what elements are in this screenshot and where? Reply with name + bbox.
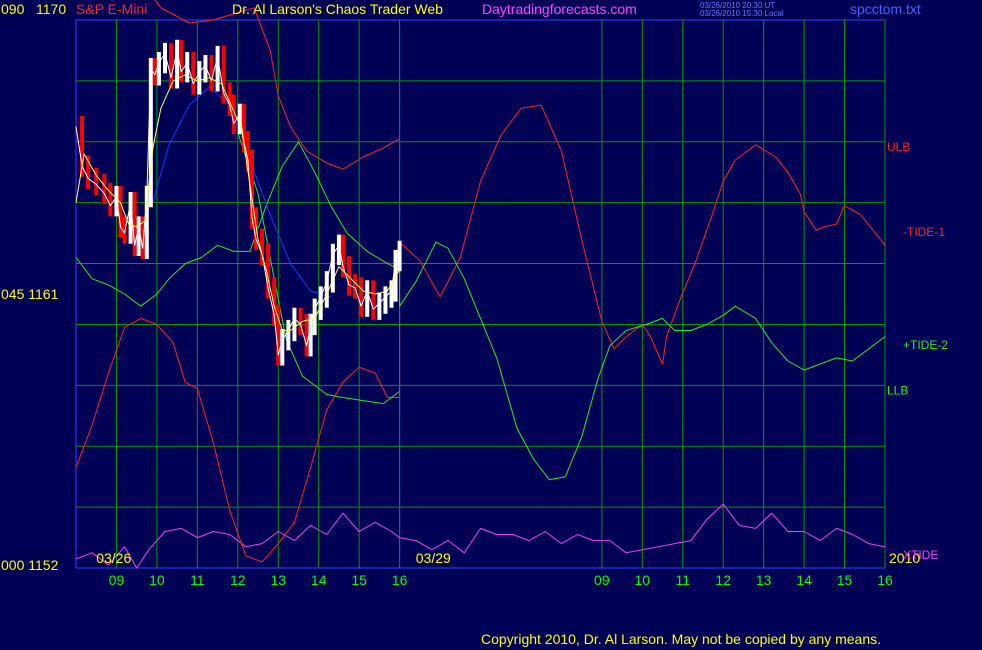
y-tick-bottom: 000 1152 [1,557,59,573]
x-hour-label: 15 [837,572,853,588]
date-label-0326: 03/26 [96,550,131,566]
chart-title: Dr. Al Larson's Chaos Trader Web [232,1,443,17]
left-scale-header-value: 090 [1,1,25,17]
x-hour-label: 10 [635,572,651,588]
x-hour-label: 16 [392,572,408,588]
x-hour-label: 14 [311,572,327,588]
x-hour-label: 09 [109,572,125,588]
timestamp-local: 03/26/2010 15:30 Local [700,9,784,18]
x-hour-label: 12 [230,572,246,588]
x-hour-label: 15 [351,572,367,588]
x-hour-label: 13 [756,572,772,588]
x-hour-label: 10 [149,572,165,588]
site-link[interactable]: Daytradingforecasts.com [482,1,637,17]
label-tide1: -TIDE-1 [903,225,945,239]
date-label-0329: 03/29 [416,550,451,566]
chart-canvas: 045 1161 000 1152 09 10 11 12 13 14 15 16 09 10 11 12… [1,0,948,588]
x-hour-label: 11 [190,572,205,588]
x-hour-label: 11 [675,572,690,588]
label-tide2: +TIDE-2 [903,338,948,352]
label-llb: LLB [887,383,908,397]
x-hour-label: 16 [877,572,893,588]
x-hour-label: 13 [270,572,286,588]
left-scale-header-price: 1170 [36,1,67,17]
data-filename: spcctom.txt [850,1,921,17]
y-tick-mid: 045 1161 [1,286,59,302]
x-hour-label: 09 [594,572,610,588]
x-hour-label: 12 [715,572,731,588]
x-hour-label: 14 [796,572,812,588]
label-xtide: XTIDE [903,548,938,562]
label-ulb: ULB [887,140,910,154]
symbol-title: S&P E-Mini [76,1,148,17]
copyright-notice: Copyright 2010, Dr. Al Larson. May not b… [481,631,882,647]
